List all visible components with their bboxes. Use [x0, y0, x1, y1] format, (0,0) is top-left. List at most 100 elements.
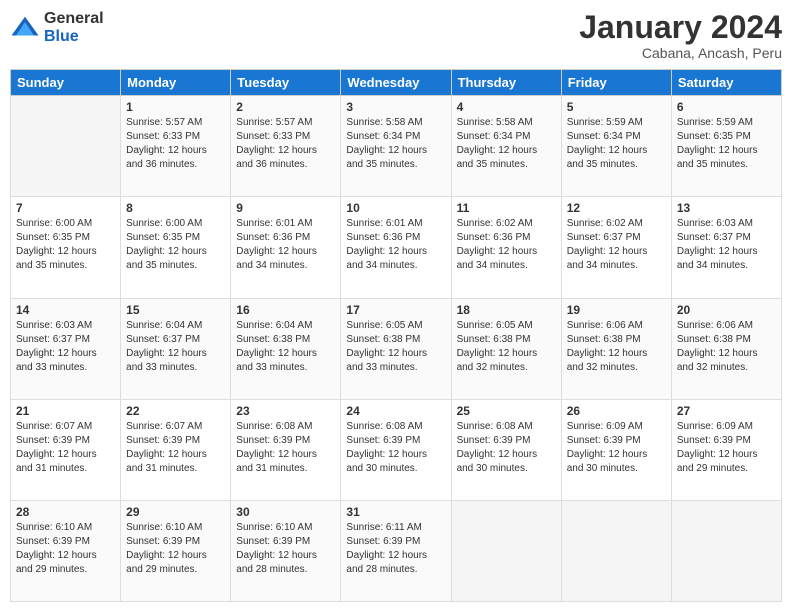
day-info: Sunrise: 6:00 AM Sunset: 6:35 PM Dayligh… [126, 217, 225, 273]
day-info: Sunrise: 5:58 AM Sunset: 6:34 PM Dayligh… [346, 116, 445, 172]
day-number: 7 [16, 201, 115, 215]
day-number: 9 [236, 201, 335, 215]
day-number: 5 [567, 100, 666, 114]
week-row-4: 28 Sunrise: 6:10 AM Sunset: 6:39 PM Dayli… [11, 500, 782, 601]
day-info: Sunrise: 6:02 AM Sunset: 6:37 PM Dayligh… [567, 217, 666, 273]
day-info: Sunrise: 6:03 AM Sunset: 6:37 PM Dayligh… [677, 217, 776, 273]
day-number: 18 [457, 303, 556, 317]
header-cell-sunday: Sunday [11, 70, 121, 96]
day-number: 27 [677, 404, 776, 418]
day-cell: 29Sunrise: 6:10 AM Sunset: 6:39 PM Dayli… [121, 500, 231, 601]
day-number: 8 [126, 201, 225, 215]
day-cell [671, 500, 781, 601]
header-cell-monday: Monday [121, 70, 231, 96]
logo-blue-text: Blue [44, 28, 104, 46]
day-cell [11, 96, 121, 197]
day-number: 6 [677, 100, 776, 114]
calendar-subtitle: Cabana, Ancash, Peru [579, 45, 782, 61]
day-info: Sunrise: 5:59 AM Sunset: 6:34 PM Dayligh… [567, 116, 666, 172]
calendar-header: SundayMondayTuesdayWednesdayThursdayFrid… [11, 70, 782, 96]
day-number: 19 [567, 303, 666, 317]
day-number: 28 [16, 505, 115, 519]
day-cell: 25Sunrise: 6:08 AM Sunset: 6:39 PM Dayli… [451, 399, 561, 500]
header: General Blue January 2024 Cabana, Ancash… [10, 10, 782, 61]
logo: General Blue [10, 10, 104, 45]
day-number: 10 [346, 201, 445, 215]
day-number: 30 [236, 505, 335, 519]
day-info: Sunrise: 5:57 AM Sunset: 6:33 PM Dayligh… [126, 116, 225, 172]
day-number: 21 [16, 404, 115, 418]
day-number: 22 [126, 404, 225, 418]
day-cell: 24 Sunrise: 6:08 AM Sunset: 6:39 PM Dayli… [341, 399, 451, 500]
day-number: 15 [126, 303, 225, 317]
calendar-body: 1 Sunrise: 5:57 AM Sunset: 6:33 PM Daylig… [11, 96, 782, 602]
day-number: 12 [567, 201, 666, 215]
day-cell: 17Sunrise: 6:05 AM Sunset: 6:38 PM Dayli… [341, 298, 451, 399]
day-cell: 28 Sunrise: 6:10 AM Sunset: 6:39 PM Dayli… [11, 500, 121, 601]
day-cell: 13 Sunrise: 6:03 AM Sunset: 6:37 PM Dayli… [671, 197, 781, 298]
day-cell: 8 Sunrise: 6:00 AM Sunset: 6:35 PM Daylig… [121, 197, 231, 298]
day-number: 31 [346, 505, 445, 519]
day-info: Sunrise: 5:59 AM Sunset: 6:35 PM Dayligh… [677, 116, 776, 172]
day-info: Sunrise: 6:07 AM Sunset: 6:39 PM Dayligh… [16, 420, 115, 476]
header-cell-wednesday: Wednesday [341, 70, 451, 96]
page: General Blue January 2024 Cabana, Ancash… [0, 0, 792, 612]
day-number: 1 [126, 100, 225, 114]
day-info: Sunrise: 6:10 AM Sunset: 6:39 PM Dayligh… [236, 521, 335, 577]
day-cell: 2Sunrise: 5:57 AM Sunset: 6:33 PM Daylig… [231, 96, 341, 197]
day-info: Sunrise: 6:04 AM Sunset: 6:38 PM Dayligh… [236, 319, 335, 375]
day-number: 3 [346, 100, 445, 114]
day-cell: 1 Sunrise: 5:57 AM Sunset: 6:33 PM Daylig… [121, 96, 231, 197]
logo-general-text: General [44, 10, 104, 28]
day-cell [561, 500, 671, 601]
day-info: Sunrise: 6:11 AM Sunset: 6:39 PM Dayligh… [346, 521, 445, 577]
day-info: Sunrise: 6:05 AM Sunset: 6:38 PM Dayligh… [457, 319, 556, 375]
day-info: Sunrise: 6:08 AM Sunset: 6:39 PM Dayligh… [457, 420, 556, 476]
logo-icon [10, 13, 40, 43]
day-cell: 31 Sunrise: 6:11 AM Sunset: 6:39 PM Dayli… [341, 500, 451, 601]
day-cell: 14Sunrise: 6:03 AM Sunset: 6:37 PM Dayli… [11, 298, 121, 399]
week-row-0: 1 Sunrise: 5:57 AM Sunset: 6:33 PM Daylig… [11, 96, 782, 197]
header-cell-tuesday: Tuesday [231, 70, 341, 96]
day-info: Sunrise: 6:10 AM Sunset: 6:39 PM Dayligh… [16, 521, 115, 577]
week-row-1: 7 Sunrise: 6:00 AM Sunset: 6:35 PM Daylig… [11, 197, 782, 298]
day-number: 16 [236, 303, 335, 317]
day-number: 13 [677, 201, 776, 215]
title-block: January 2024 Cabana, Ancash, Peru [579, 10, 782, 61]
day-number: 29 [126, 505, 225, 519]
day-cell: 22Sunrise: 6:07 AM Sunset: 6:39 PM Dayli… [121, 399, 231, 500]
day-info: Sunrise: 6:09 AM Sunset: 6:39 PM Dayligh… [567, 420, 666, 476]
day-cell: 15 Sunrise: 6:04 AM Sunset: 6:37 PM Dayli… [121, 298, 231, 399]
day-info: Sunrise: 6:04 AM Sunset: 6:37 PM Dayligh… [126, 319, 225, 375]
day-info: Sunrise: 5:57 AM Sunset: 6:33 PM Dayligh… [236, 116, 335, 172]
header-cell-friday: Friday [561, 70, 671, 96]
day-number: 26 [567, 404, 666, 418]
day-number: 11 [457, 201, 556, 215]
day-number: 4 [457, 100, 556, 114]
day-number: 23 [236, 404, 335, 418]
day-cell: 21 Sunrise: 6:07 AM Sunset: 6:39 PM Dayli… [11, 399, 121, 500]
day-cell: 5 Sunrise: 5:59 AM Sunset: 6:34 PM Daylig… [561, 96, 671, 197]
day-cell: 19Sunrise: 6:06 AM Sunset: 6:38 PM Dayli… [561, 298, 671, 399]
day-info: Sunrise: 6:03 AM Sunset: 6:37 PM Dayligh… [16, 319, 115, 375]
day-number: 24 [346, 404, 445, 418]
logo-text: General Blue [44, 10, 104, 45]
day-cell: 3 Sunrise: 5:58 AM Sunset: 6:34 PM Daylig… [341, 96, 451, 197]
day-info: Sunrise: 6:06 AM Sunset: 6:38 PM Dayligh… [677, 319, 776, 375]
day-cell: 26 Sunrise: 6:09 AM Sunset: 6:39 PM Dayli… [561, 399, 671, 500]
day-info: Sunrise: 6:08 AM Sunset: 6:39 PM Dayligh… [346, 420, 445, 476]
day-info: Sunrise: 6:01 AM Sunset: 6:36 PM Dayligh… [346, 217, 445, 273]
header-row: SundayMondayTuesdayWednesdayThursdayFrid… [11, 70, 782, 96]
day-cell: 7Sunrise: 6:00 AM Sunset: 6:35 PM Daylig… [11, 197, 121, 298]
day-cell: 4Sunrise: 5:58 AM Sunset: 6:34 PM Daylig… [451, 96, 561, 197]
day-cell: 20Sunrise: 6:06 AM Sunset: 6:38 PM Dayli… [671, 298, 781, 399]
day-info: Sunrise: 6:01 AM Sunset: 6:36 PM Dayligh… [236, 217, 335, 273]
day-info: Sunrise: 6:02 AM Sunset: 6:36 PM Dayligh… [457, 217, 556, 273]
day-cell: 6 Sunrise: 5:59 AM Sunset: 6:35 PM Daylig… [671, 96, 781, 197]
day-number: 17 [346, 303, 445, 317]
header-cell-saturday: Saturday [671, 70, 781, 96]
week-row-3: 21 Sunrise: 6:07 AM Sunset: 6:39 PM Dayli… [11, 399, 782, 500]
header-cell-thursday: Thursday [451, 70, 561, 96]
day-cell: 18 Sunrise: 6:05 AM Sunset: 6:38 PM Dayli… [451, 298, 561, 399]
day-info: Sunrise: 6:09 AM Sunset: 6:39 PM Dayligh… [677, 420, 776, 476]
